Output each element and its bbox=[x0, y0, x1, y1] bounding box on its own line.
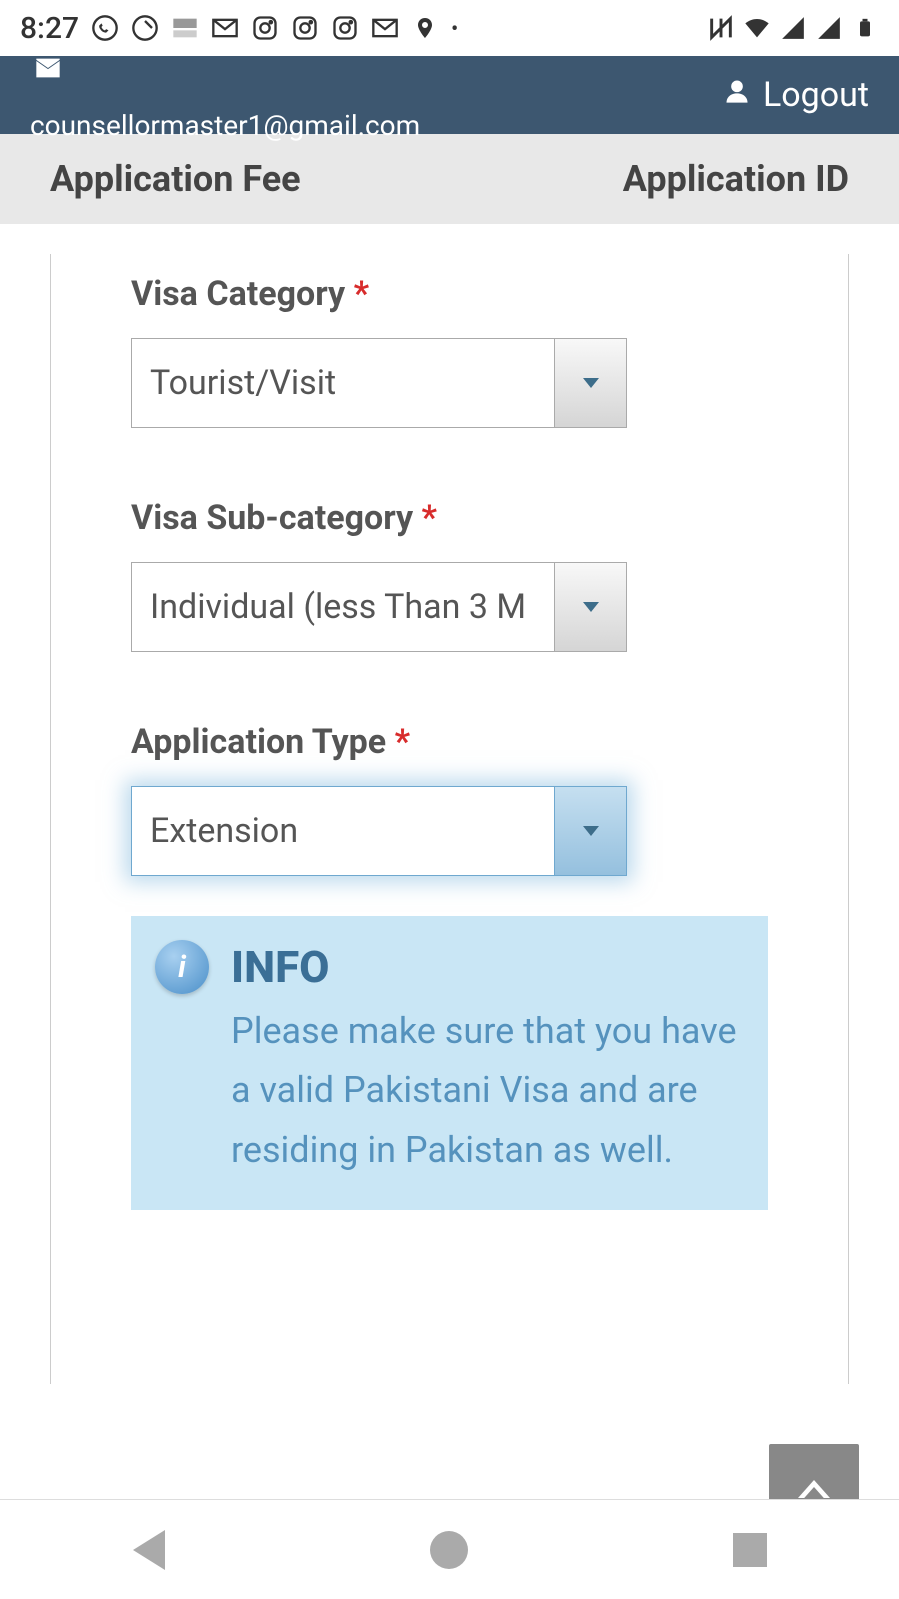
signal-icon-2 bbox=[815, 14, 843, 42]
app-icon bbox=[171, 14, 199, 42]
tab-application-fee[interactable]: Application Fee bbox=[50, 158, 301, 200]
nav-back-button[interactable] bbox=[133, 1530, 165, 1570]
gmail-icon-2 bbox=[371, 14, 399, 42]
chevron-up-icon bbox=[798, 1480, 830, 1498]
location-icon bbox=[411, 14, 439, 42]
user-email: counsellormaster1@gmail.com bbox=[30, 109, 420, 142]
dropdown-button[interactable] bbox=[554, 339, 626, 427]
visa-subcategory-group: Visa Sub-category * Individual (less Tha… bbox=[131, 498, 768, 652]
home-icon bbox=[430, 1531, 468, 1569]
application-type-group: Application Type * Extension bbox=[131, 722, 768, 876]
info-icon: i bbox=[155, 940, 209, 994]
info-box: i INFO Please make sure that you have a … bbox=[131, 916, 768, 1210]
dropdown-button[interactable] bbox=[554, 563, 626, 651]
instagram-icon-2 bbox=[291, 14, 319, 42]
info-title: INFO bbox=[231, 941, 330, 993]
nfc-icon bbox=[707, 14, 735, 42]
visa-subcategory-select[interactable]: Individual (less Than 3 M bbox=[131, 562, 627, 652]
app-header: counsellormaster1@gmail.com Logout bbox=[0, 56, 899, 134]
nav-home-button[interactable] bbox=[430, 1531, 468, 1569]
logout-link[interactable]: Logout bbox=[723, 75, 869, 115]
tab-application-id[interactable]: Application ID bbox=[623, 158, 849, 200]
user-icon bbox=[723, 77, 751, 113]
application-type-value: Extension bbox=[132, 811, 554, 851]
logout-label: Logout bbox=[763, 75, 869, 115]
dropdown-button[interactable] bbox=[554, 787, 626, 875]
whatsapp-icon bbox=[91, 14, 119, 42]
chevron-down-icon bbox=[583, 378, 599, 388]
back-icon bbox=[133, 1530, 165, 1570]
form-card: Visa Category * Tourist/Visit Visa Sub-c… bbox=[50, 254, 849, 1384]
chevron-down-icon bbox=[583, 826, 599, 836]
visa-category-select[interactable]: Tourist/Visit bbox=[131, 338, 627, 428]
nav-recent-button[interactable] bbox=[733, 1533, 767, 1567]
signal-icon-1 bbox=[779, 14, 807, 42]
application-type-label: Application Type * bbox=[131, 722, 768, 762]
status-time: 8:27 bbox=[20, 11, 79, 46]
dot-icon: • bbox=[451, 16, 458, 40]
visa-category-value: Tourist/Visit bbox=[132, 363, 554, 403]
instagram-icon bbox=[251, 14, 279, 42]
instagram-icon-3 bbox=[331, 14, 359, 42]
chevron-down-icon bbox=[583, 602, 599, 612]
application-type-select[interactable]: Extension bbox=[131, 786, 627, 876]
visa-subcategory-value: Individual (less Than 3 M bbox=[132, 587, 554, 627]
wifi-icon bbox=[743, 14, 771, 42]
envelope-icon bbox=[30, 49, 66, 91]
tabs: Application Fee Application ID bbox=[0, 134, 899, 224]
info-text: Please make sure that you have a valid P… bbox=[155, 1002, 744, 1180]
android-nav-bar bbox=[0, 1499, 899, 1599]
recent-icon bbox=[733, 1533, 767, 1567]
gmail-icon bbox=[211, 14, 239, 42]
visa-category-group: Visa Category * Tourist/Visit bbox=[131, 274, 768, 428]
visa-subcategory-label: Visa Sub-category * bbox=[131, 498, 768, 538]
visa-category-label: Visa Category * bbox=[131, 274, 768, 314]
battery-icon bbox=[851, 14, 879, 42]
circle-icon bbox=[131, 14, 159, 42]
